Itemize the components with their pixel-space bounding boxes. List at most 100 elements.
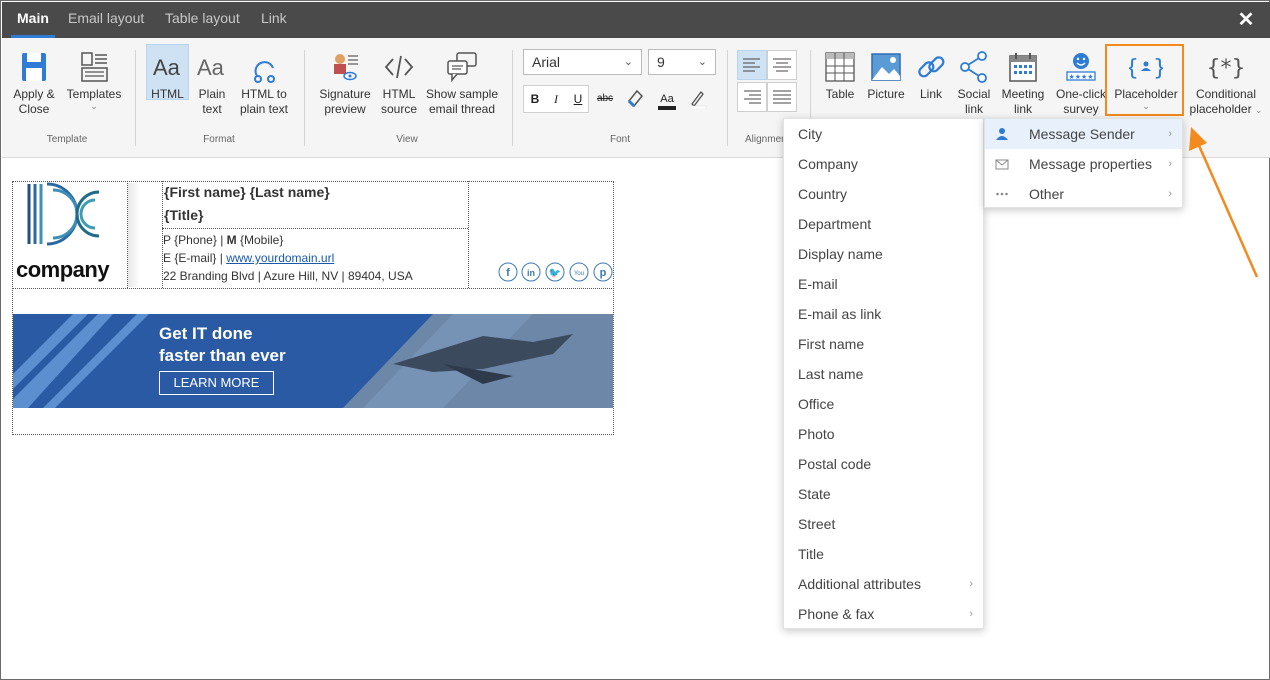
tab-email-layout[interactable]: Email layout bbox=[68, 2, 144, 38]
html-to-plain-button[interactable]: HTML to plain text bbox=[236, 50, 292, 117]
menu-item-message-properties[interactable]: Message properties › bbox=[985, 149, 1182, 179]
font-size-select[interactable]: 9 ⌄ bbox=[648, 49, 716, 75]
conditional-braces-icon: {*} bbox=[1209, 56, 1243, 81]
italic-button[interactable]: I bbox=[545, 87, 567, 111]
other-label: Other bbox=[1029, 186, 1065, 202]
menu-item-first-name[interactable]: First name bbox=[784, 329, 983, 359]
learn-more-button[interactable]: LEARN MORE bbox=[159, 371, 274, 395]
menu-item-country[interactable]: Country bbox=[784, 179, 983, 209]
insert-table-button[interactable]: Table bbox=[820, 50, 860, 102]
svg-text:Aa: Aa bbox=[197, 55, 225, 80]
banner-graphic bbox=[13, 314, 613, 408]
html-label: HTML bbox=[151, 87, 184, 101]
twitter-icon[interactable] bbox=[545, 262, 565, 282]
signature-preview-button[interactable]: Signature preview bbox=[316, 50, 374, 117]
show-sample-label-2: email thread bbox=[428, 102, 496, 116]
pinterest-icon[interactable] bbox=[593, 262, 613, 282]
font-color-button[interactable]: Aa bbox=[656, 87, 678, 111]
divider bbox=[727, 50, 728, 146]
font-family-select[interactable]: Arial ⌄ bbox=[523, 49, 642, 75]
menu-item-photo[interactable]: Photo bbox=[784, 419, 983, 449]
align-left-button[interactable] bbox=[737, 50, 767, 80]
tab-table-layout[interactable]: Table layout bbox=[165, 2, 240, 38]
bold-button[interactable]: B bbox=[524, 87, 546, 111]
menu-item-email[interactable]: E-mail bbox=[784, 269, 983, 299]
email-value: {E-mail} bbox=[174, 251, 217, 265]
banner-headline-2: faster than ever bbox=[159, 346, 286, 365]
message-sender-label: Message Sender bbox=[1029, 126, 1135, 142]
svg-text:Aa: Aa bbox=[153, 55, 181, 80]
plain-text-button[interactable]: Aa Plain text bbox=[192, 50, 232, 117]
underline-button[interactable]: U bbox=[567, 87, 589, 111]
templates-icon bbox=[81, 52, 108, 82]
show-sample-thread-button[interactable]: Show sample email thread bbox=[424, 50, 500, 117]
save-icon bbox=[22, 53, 46, 81]
table-label: Table bbox=[825, 87, 855, 101]
menu-item-department[interactable]: Department bbox=[784, 209, 983, 239]
align-center-button[interactable] bbox=[767, 50, 797, 80]
menu-item-display-name[interactable]: Display name bbox=[784, 239, 983, 269]
align-justify-button[interactable] bbox=[767, 82, 797, 112]
menu-item-company[interactable]: Company bbox=[784, 149, 983, 179]
divider bbox=[512, 50, 513, 146]
close-icon[interactable]: ✕ bbox=[1236, 10, 1256, 30]
logo-text: company bbox=[16, 257, 110, 282]
menu-item-state[interactable]: State bbox=[784, 479, 983, 509]
menu-item-email-as-link[interactable]: E-mail as link bbox=[784, 299, 983, 329]
menu-item-street[interactable]: Street bbox=[784, 509, 983, 539]
font-size-value: 9 bbox=[657, 54, 665, 70]
menu-item-office[interactable]: Office bbox=[784, 389, 983, 419]
plain-text-label-2: text bbox=[202, 102, 222, 116]
apply-close-button[interactable]: Apply & Close bbox=[8, 50, 60, 117]
signature-preview-label-1: Signature bbox=[319, 87, 371, 101]
html-source-label-1: HTML bbox=[382, 87, 416, 101]
social-link-label-1: Social bbox=[957, 87, 991, 101]
tab-link[interactable]: Link bbox=[261, 2, 287, 38]
font-color-swatch bbox=[658, 106, 676, 110]
address-line: 22 Branding Blvd | Azure Hill, NV | 8940… bbox=[163, 269, 413, 283]
insert-survey-button[interactable]: ★★★★ One-click survey bbox=[1053, 50, 1109, 117]
highlight-button[interactable] bbox=[686, 87, 708, 111]
html-source-button[interactable]: HTML source bbox=[378, 50, 420, 117]
clear-format-button[interactable] bbox=[624, 87, 646, 111]
envelope-icon bbox=[995, 159, 1009, 170]
menu-item-message-sender[interactable]: Message Sender › bbox=[985, 119, 1182, 149]
tab-main[interactable]: Main bbox=[11, 2, 55, 38]
apply-close-label-2: Close bbox=[18, 102, 50, 116]
menu-item-additional-attributes[interactable]: Additional attributes › bbox=[784, 569, 983, 599]
strikethrough-button[interactable]: abc bbox=[594, 87, 616, 111]
menu-item-city[interactable]: City bbox=[784, 119, 983, 149]
phone-fax-label: Phone & fax bbox=[798, 606, 875, 622]
table-icon bbox=[825, 52, 855, 82]
conditional-placeholder-button[interactable]: {*} Conditional placeholder ⌄ bbox=[1188, 50, 1264, 118]
menu-item-postal-code[interactable]: Postal code bbox=[784, 449, 983, 479]
youtube-icon[interactable] bbox=[569, 262, 589, 282]
linkedin-icon[interactable] bbox=[521, 262, 541, 282]
align-right-button[interactable] bbox=[737, 82, 767, 112]
templates-button[interactable]: Templates ⌄ bbox=[64, 50, 124, 111]
group-label-font: Font bbox=[609, 134, 630, 145]
company-logo bbox=[27, 182, 100, 246]
divider bbox=[135, 50, 136, 146]
insert-picture-button[interactable]: Picture bbox=[865, 50, 907, 102]
insert-meeting-link-button[interactable]: Meeting link bbox=[998, 50, 1048, 117]
survey-smiley-icon: ★★★★ bbox=[1066, 53, 1096, 81]
align-justify-icon bbox=[773, 90, 791, 104]
group-label-format: Format bbox=[203, 134, 235, 145]
divider bbox=[162, 228, 468, 229]
html-source-label-2: source bbox=[380, 102, 418, 116]
html-format-button[interactable]: Aa HTML bbox=[146, 50, 189, 102]
code-icon bbox=[384, 55, 414, 79]
insert-social-link-button[interactable]: Social link bbox=[954, 50, 994, 117]
menu-item-last-name[interactable]: Last name bbox=[784, 359, 983, 389]
insert-link-button[interactable]: Link bbox=[912, 50, 950, 102]
chevron-down-icon: ⌄ bbox=[1254, 105, 1263, 115]
facebook-icon[interactable] bbox=[498, 262, 518, 282]
menu-item-other[interactable]: Other › bbox=[985, 179, 1182, 209]
website-link[interactable]: www.yourdomain.url bbox=[226, 251, 334, 265]
more-dots-icon bbox=[996, 192, 1008, 196]
html-to-plain-label-2: plain text bbox=[239, 102, 289, 116]
menu-item-phone-fax[interactable]: Phone & fax › bbox=[784, 599, 983, 629]
promo-banner[interactable]: Get IT done faster than ever LEARN MORE bbox=[13, 314, 613, 408]
menu-item-title[interactable]: Title bbox=[784, 539, 983, 569]
